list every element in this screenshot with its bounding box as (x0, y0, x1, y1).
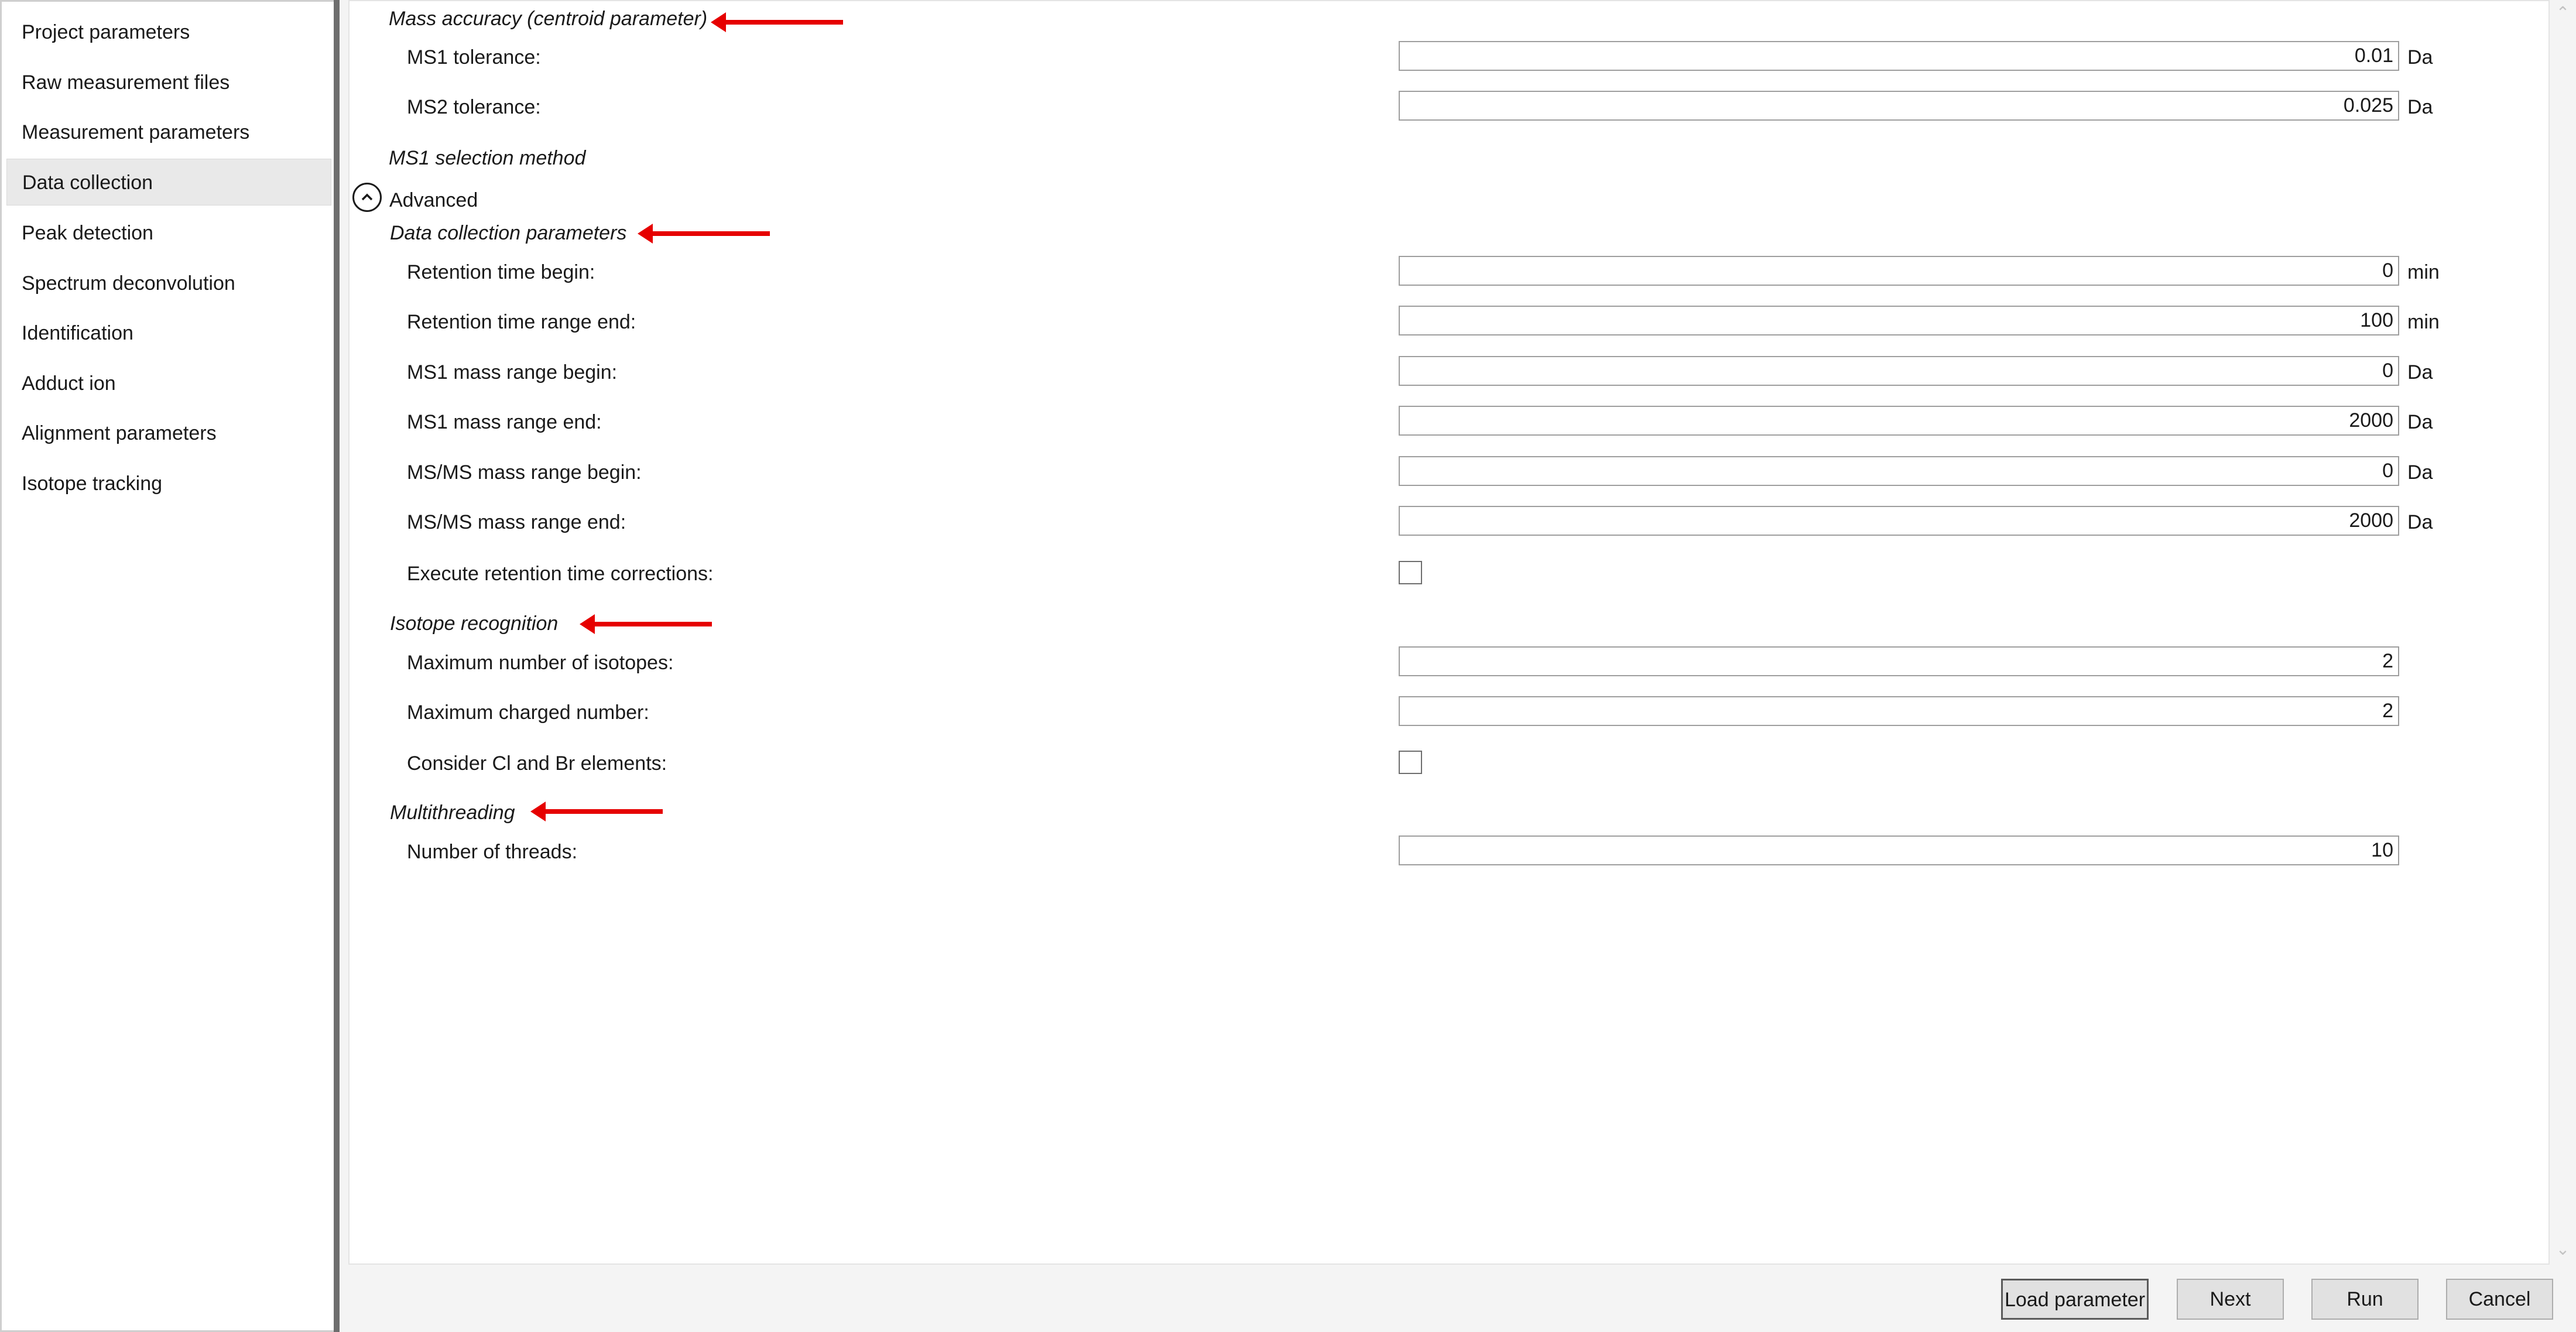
next-button[interactable]: Next (2177, 1279, 2284, 1320)
annotation-arrow-icon (711, 12, 843, 32)
ms1-range-end-label: MS1 mass range end: (407, 411, 602, 433)
ms1-range-end-unit: Da (2407, 411, 2433, 433)
rt-correction-checkbox[interactable] (1399, 561, 1422, 584)
section-heading-mass-accuracy: Mass accuracy (centroid parameter) (389, 8, 708, 30)
sidebar-item-alignment-parameters[interactable]: Alignment parameters (6, 410, 331, 457)
rt-end-unit: min (2407, 311, 2440, 333)
scroll-up-icon[interactable]: ⌃ (2550, 1, 2576, 25)
ms1-tolerance-unit: Da (2407, 46, 2433, 69)
rt-begin-input[interactable] (1399, 256, 2399, 286)
cl-br-checkbox[interactable] (1399, 751, 1422, 774)
msms-range-begin-label: MS/MS mass range begin: (407, 461, 642, 484)
ms1-tolerance-label: MS1 tolerance: (407, 46, 541, 69)
section-heading-multithreading: Multithreading (390, 802, 515, 824)
max-isotopes-label: Maximum number of isotopes: (407, 652, 674, 674)
rt-begin-label: Retention time begin: (407, 261, 595, 283)
sidebar-item-peak-detection[interactable]: Peak detection (6, 210, 331, 256)
ms1-range-begin-unit: Da (2407, 361, 2433, 383)
msms-range-begin-input[interactable] (1399, 456, 2399, 486)
threads-label: Number of threads: (407, 841, 578, 863)
rt-end-input[interactable] (1399, 306, 2399, 335)
chevron-up-icon (361, 193, 373, 201)
msms-range-end-unit: Da (2407, 511, 2433, 533)
advanced-label[interactable]: Advanced (389, 189, 478, 212)
scroll-down-icon[interactable]: ⌄ (2550, 1238, 2576, 1261)
sidebar-item-isotope-tracking[interactable]: Isotope tracking (6, 460, 331, 507)
cancel-button[interactable]: Cancel (2446, 1279, 2553, 1320)
load-parameter-button[interactable]: Load parameter (2001, 1279, 2149, 1320)
section-heading-ms1-selection: MS1 selection method (389, 147, 586, 169)
sidebar-item-raw-measurement-files[interactable]: Raw measurement files (6, 59, 331, 106)
rt-end-label: Retention time range end: (407, 311, 636, 333)
sidebar-item-measurement-parameters[interactable]: Measurement parameters (6, 109, 331, 156)
section-heading-data-collection: Data collection parameters (390, 222, 627, 244)
parameter-form (348, 0, 2550, 1265)
sidebar-item-spectrum-deconvolution[interactable]: Spectrum deconvolution (6, 260, 331, 307)
sidebar-item-project-parameters[interactable]: Project parameters (6, 9, 331, 56)
section-heading-isotope-recognition: Isotope recognition (390, 612, 559, 635)
max-charge-input[interactable] (1399, 696, 2399, 726)
max-charge-label: Maximum charged number: (407, 701, 649, 724)
ms2-tolerance-unit: Da (2407, 96, 2433, 118)
ms1-range-begin-label: MS1 mass range begin: (407, 361, 618, 383)
cl-br-label: Consider Cl and Br elements: (407, 752, 667, 775)
msms-range-end-label: MS/MS mass range end: (407, 511, 626, 533)
rt-correction-label: Execute retention time corrections: (407, 563, 714, 585)
msms-range-begin-unit: Da (2407, 461, 2433, 484)
sidebar-item-data-collection[interactable]: Data collection (6, 159, 331, 206)
sidebar-splitter[interactable] (334, 0, 340, 1332)
annotation-arrow-icon (580, 614, 712, 634)
threads-input[interactable] (1399, 836, 2399, 865)
ms1-range-end-input[interactable] (1399, 406, 2399, 436)
run-button[interactable]: Run (2311, 1279, 2419, 1320)
advanced-collapse-button[interactable] (352, 183, 382, 212)
ms2-tolerance-input[interactable] (1399, 91, 2399, 121)
annotation-arrow-icon (638, 224, 770, 244)
max-isotopes-input[interactable] (1399, 646, 2399, 676)
msms-range-end-input[interactable] (1399, 506, 2399, 536)
ms1-range-begin-input[interactable] (1399, 356, 2399, 386)
sidebar-nav: Project parameters Raw measurement files… (0, 0, 334, 1332)
ms2-tolerance-label: MS2 tolerance: (407, 96, 541, 118)
rt-begin-unit: min (2407, 261, 2440, 283)
ms1-tolerance-input[interactable] (1399, 41, 2399, 71)
annotation-arrow-icon (530, 802, 663, 821)
sidebar-item-identification[interactable]: Identification (6, 310, 331, 357)
vertical-scrollbar[interactable]: ⌃ ⌄ (2550, 0, 2576, 1265)
sidebar-item-adduct-ion[interactable]: Adduct ion (6, 360, 331, 407)
